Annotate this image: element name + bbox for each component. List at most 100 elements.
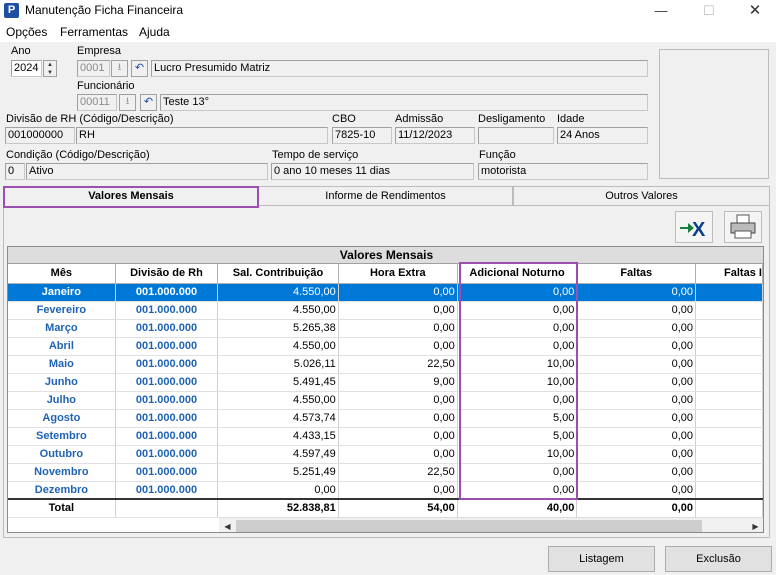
table-cell[interactable]: 9,00 — [338, 373, 458, 392]
table-cell[interactable]: Julho — [8, 391, 116, 410]
col-sal-contribuicao[interactable]: Sal. Contribuição — [217, 264, 339, 284]
table-cell[interactable]: 22,50 — [338, 463, 458, 482]
menu-ajuda[interactable]: Ajuda — [139, 25, 170, 39]
table-cell[interactable]: 001.000.000 — [115, 481, 219, 500]
table-cell[interactable]: 0,00 — [576, 301, 697, 320]
table-cell[interactable]: 0,00 — [576, 283, 697, 302]
table-cell[interactable]: 5.251,49 — [217, 463, 339, 482]
table-cell[interactable]: Maio — [8, 355, 116, 374]
table-cell[interactable]: 4.597,49 — [217, 445, 339, 464]
table-row[interactable]: Dezembro 001.000.000 0,00 0,00 0,00 0,00 — [8, 481, 763, 500]
table-cell[interactable]: 0,00 — [338, 445, 458, 464]
table-cell[interactable]: Abril — [8, 337, 116, 356]
minimize-icon[interactable]: — — [638, 0, 684, 22]
table-cell[interactable]: Outubro — [8, 445, 116, 464]
tab-outros-valores[interactable]: Outros Valores — [513, 186, 770, 206]
table-cell[interactable]: 0,00 — [338, 301, 458, 320]
col-divisao[interactable]: Divisão de Rh — [115, 264, 219, 284]
table-cell[interactable]: 4.573,74 — [217, 409, 339, 428]
table-row[interactable]: Fevereiro 001.000.000 4.550,00 0,00 0,00 0,00 — [8, 301, 763, 320]
table-cell[interactable]: 0,00 — [576, 337, 697, 356]
col-mes[interactable]: Mês — [8, 264, 116, 284]
table-cell[interactable]: 0,00 — [338, 427, 458, 446]
table-cell[interactable]: 0,00 — [217, 481, 339, 500]
table-row[interactable]: Novembro 001.000.000 5.251,49 22,50 0,00 0,00 — [8, 463, 763, 482]
table-cell[interactable]: Setembro — [8, 427, 116, 446]
col-faltas[interactable]: Faltas — [576, 264, 697, 284]
funcionario-undo-icon[interactable]: ↶ — [140, 94, 157, 111]
table-cell[interactable]: 001.000.000 — [115, 301, 219, 320]
table-cell[interactable]: Dezembro — [8, 481, 116, 500]
spin-down-icon[interactable]: ▼ — [44, 69, 56, 77]
table-cell[interactable]: Junho — [8, 373, 116, 392]
table-cell[interactable]: 5.491,45 — [217, 373, 339, 392]
maximize-icon[interactable]: ☐ — [686, 0, 732, 22]
table-cell[interactable]: Agosto — [8, 409, 116, 428]
table-cell[interactable]: Novembro — [8, 463, 116, 482]
ano-input[interactable]: 2024 — [11, 60, 42, 77]
table-cell[interactable]: 0,00 — [576, 427, 697, 446]
tab-informe-rendimentos[interactable]: Informe de Rendimentos — [258, 186, 513, 206]
table-cell[interactable]: 0,00 — [576, 463, 697, 482]
table-cell[interactable]: Janeiro — [8, 283, 116, 302]
table-cell[interactable]: 0,00 — [576, 319, 697, 338]
print-button[interactable] — [724, 211, 762, 243]
funcionario-download-icon[interactable]: ⭳ — [119, 94, 136, 111]
table-row[interactable]: Junho 001.000.000 5.491,45 9,00 10,00 0,00 — [8, 373, 763, 392]
table-cell[interactable]: 001.000.000 — [115, 355, 219, 374]
table-cell[interactable]: 4.550,00 — [217, 391, 339, 410]
table-row[interactable]: Julho 001.000.000 4.550,00 0,00 0,00 0,00 — [8, 391, 763, 410]
table-cell[interactable]: 001.000.000 — [115, 283, 219, 302]
table-cell[interactable]: 0,00 — [576, 355, 697, 374]
table-cell[interactable]: 001.000.000 — [115, 319, 219, 338]
ano-spinner[interactable]: ▲ ▼ — [43, 60, 57, 77]
empresa-download-icon[interactable]: ⭳ — [111, 60, 128, 77]
table-cell[interactable]: 0,00 — [576, 481, 697, 500]
table-cell[interactable]: 0,00 — [338, 409, 458, 428]
table-cell[interactable]: 001.000.000 — [115, 445, 219, 464]
table-cell[interactable]: Fevereiro — [8, 301, 116, 320]
table-cell[interactable]: 4.550,00 — [217, 283, 339, 302]
menu-opcoes[interactable]: Opções — [6, 25, 47, 39]
table-cell[interactable]: 0,00 — [576, 373, 697, 392]
table-cell[interactable]: 4.550,00 — [217, 301, 339, 320]
exclusao-button[interactable]: Exclusão — [665, 546, 772, 572]
table-cell[interactable]: 001.000.000 — [115, 463, 219, 482]
close-icon[interactable]: ✕ — [732, 0, 776, 22]
table-row[interactable]: Janeiro 001.000.000 4.550,00 0,00 0,00 0,00 — [8, 283, 763, 302]
table-cell[interactable]: 4.433,15 — [217, 427, 339, 446]
table-cell[interactable]: 0,00 — [338, 481, 458, 500]
col-faltas-2[interactable]: Faltas I — [695, 264, 763, 284]
export-excel-button[interactable]: X — [675, 211, 713, 243]
table-row[interactable]: Março 001.000.000 5.265,38 0,00 0,00 0,00 — [8, 319, 763, 338]
table-cell[interactable]: 0,00 — [338, 337, 458, 356]
col-hora-extra[interactable]: Hora Extra — [338, 264, 458, 284]
funcionario-code-field[interactable]: 00011 — [77, 94, 117, 111]
table-cell[interactable]: 0,00 — [576, 445, 697, 464]
table-cell[interactable]: 001.000.000 — [115, 337, 219, 356]
table-row[interactable]: Agosto 001.000.000 4.573,74 0,00 5,00 0,00 — [8, 409, 763, 428]
table-cell[interactable]: Março — [8, 319, 116, 338]
table-row[interactable]: Outubro 001.000.000 4.597,49 0,00 10,00 0,00 — [8, 445, 763, 464]
scroll-left-icon[interactable]: ◀ — [219, 518, 236, 532]
spin-up-icon[interactable]: ▲ — [44, 61, 56, 69]
table-cell[interactable]: 0,00 — [338, 319, 458, 338]
table-cell[interactable]: 0,00 — [338, 391, 458, 410]
scroll-right-icon[interactable]: ▶ — [747, 518, 763, 532]
table-cell[interactable]: 001.000.000 — [115, 391, 219, 410]
tab-valores-mensais[interactable]: Valores Mensais — [3, 186, 259, 208]
table-cell[interactable]: 4.550,00 — [217, 337, 339, 356]
table-cell[interactable]: 0,00 — [576, 391, 697, 410]
empresa-undo-icon[interactable]: ↶ — [131, 60, 148, 77]
horizontal-scrollbar[interactable]: ◀ ▶ — [219, 517, 763, 532]
table-cell[interactable]: 5.265,38 — [217, 319, 339, 338]
table-cell[interactable]: 22,50 — [338, 355, 458, 374]
table-row[interactable]: Maio 001.000.000 5.026,11 22,50 10,00 0,00 — [8, 355, 763, 374]
table-cell[interactable]: 001.000.000 — [115, 427, 219, 446]
empresa-code-field[interactable]: 0001 — [77, 60, 110, 77]
listagem-button[interactable]: Listagem — [548, 546, 655, 572]
table-cell[interactable]: 001.000.000 — [115, 373, 219, 392]
scroll-thumb[interactable] — [236, 520, 702, 532]
table-cell[interactable]: 0,00 — [338, 283, 458, 302]
table-cell[interactable]: 5.026,11 — [217, 355, 339, 374]
